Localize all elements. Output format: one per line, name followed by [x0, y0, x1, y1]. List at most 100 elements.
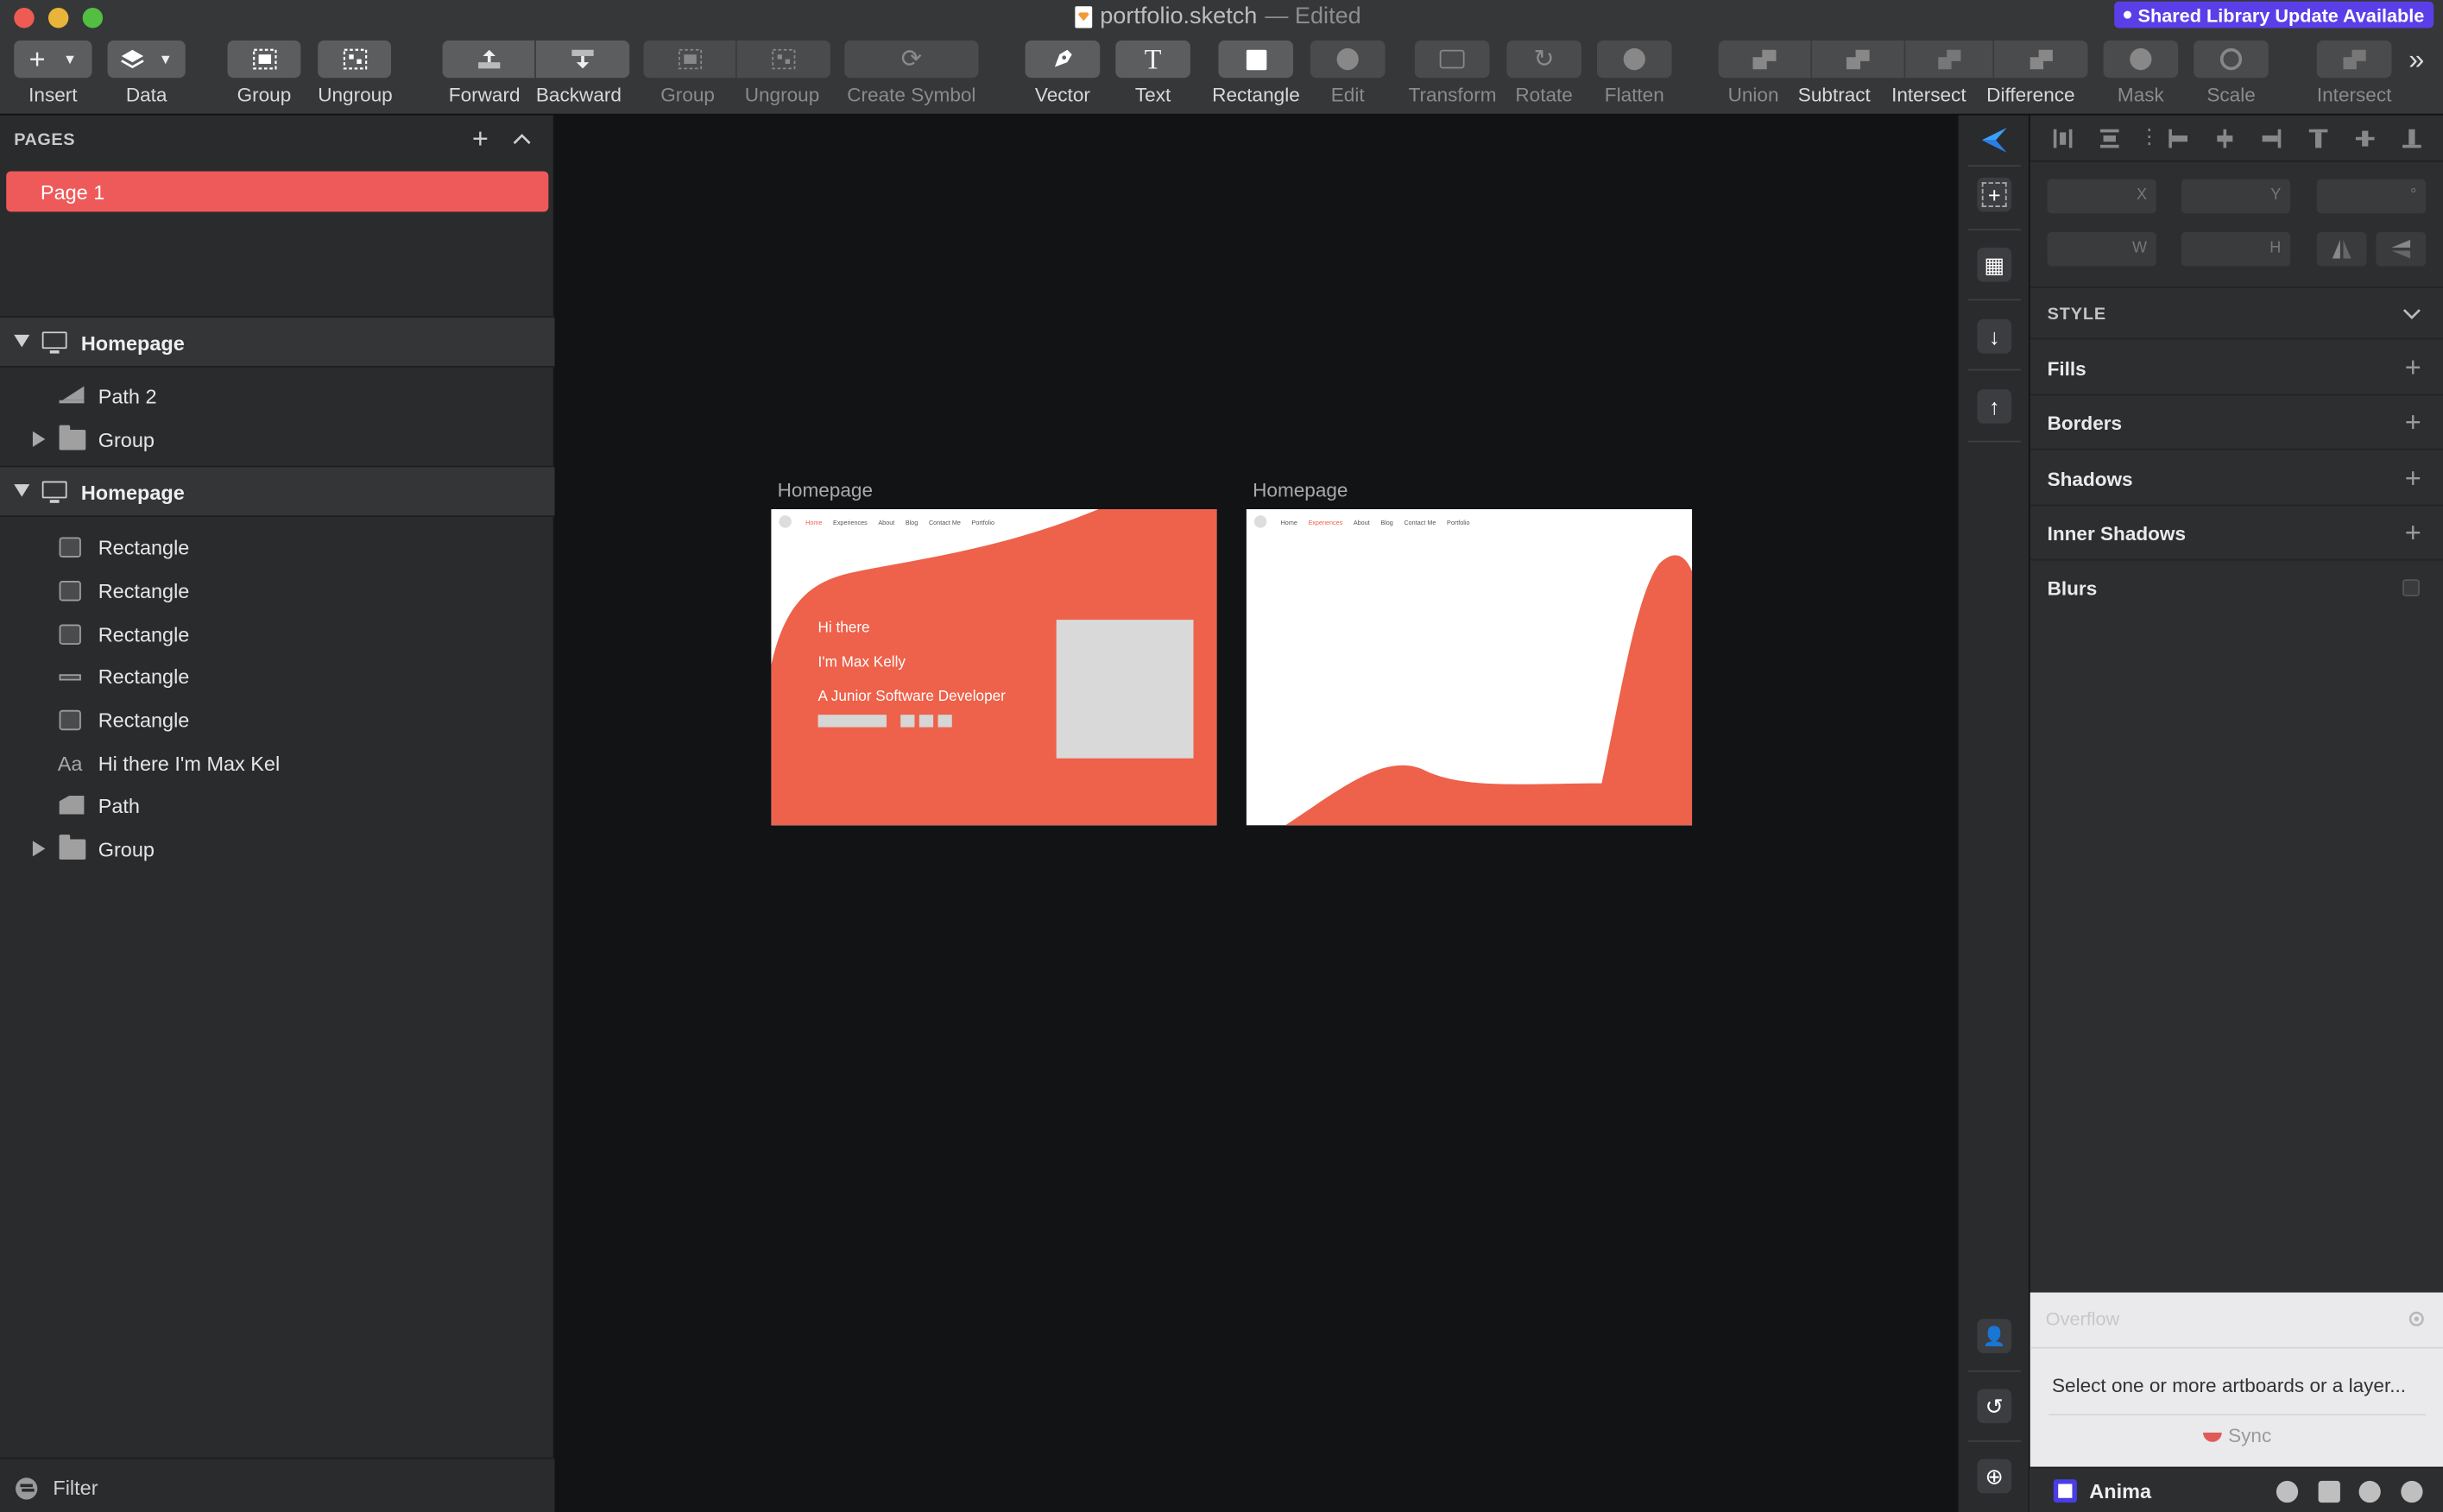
- ungroup-dim-button[interactable]: [736, 40, 830, 79]
- ungroup-tool[interactable]: Ungroup: [318, 40, 393, 106]
- artboard-row-homepage[interactable]: Homepage: [0, 465, 555, 518]
- forward-button[interactable]: [442, 40, 536, 79]
- layout-icon[interactable]: [2318, 1480, 2340, 1503]
- components-button[interactable]: ▦: [1977, 247, 2012, 282]
- flatten-button[interactable]: [1596, 40, 1672, 79]
- chevron-up-icon[interactable]: [513, 129, 532, 148]
- inner-shadows-section[interactable]: Inner Shadows +: [2030, 506, 2443, 561]
- filter-bar[interactable]: Filter: [0, 1457, 555, 1512]
- flatten-tool[interactable]: Flatten: [1596, 40, 1672, 106]
- vector-tool[interactable]: Vector: [1025, 40, 1101, 106]
- zoom-window-button[interactable]: [82, 8, 104, 28]
- disclosure-triangle-icon[interactable]: [14, 334, 30, 348]
- width-field[interactable]: W: [2047, 231, 2156, 267]
- layer-row[interactable]: Path 2: [0, 375, 555, 418]
- create-symbol-button[interactable]: ⟳: [844, 40, 979, 79]
- vector-button[interactable]: [1025, 40, 1101, 79]
- rectangle-button[interactable]: [1218, 40, 1294, 79]
- flip-vertical-button[interactable]: [2376, 231, 2427, 267]
- layer-row[interactable]: Aa Hi there I'm Max Kel: [0, 743, 555, 785]
- group-tool[interactable]: Group: [227, 40, 301, 106]
- disclosure-triangle-icon[interactable]: [32, 841, 46, 857]
- history-button[interactable]: ↺: [1977, 1389, 2012, 1424]
- add-plugin-button[interactable]: +: [1977, 177, 2012, 212]
- layer-row[interactable]: Rectangle: [0, 614, 555, 656]
- artboard-homepage-1[interactable]: Home Experiences About Blog Contact Me P…: [771, 509, 1217, 826]
- edit-tool[interactable]: Edit: [1310, 40, 1386, 106]
- scale-button[interactable]: [2194, 40, 2269, 79]
- filter-icon[interactable]: [16, 1477, 38, 1500]
- subtract-button[interactable]: [1812, 40, 1906, 79]
- plugin-logo-icon[interactable]: [1977, 124, 2011, 155]
- data-button[interactable]: ▼: [107, 40, 186, 79]
- add-inner-shadow-icon[interactable]: +: [2405, 517, 2421, 550]
- gear-icon[interactable]: [2358, 1480, 2381, 1503]
- layer-row[interactable]: Rectangle: [0, 699, 555, 741]
- add-fill-icon[interactable]: +: [2405, 352, 2421, 385]
- web-preview-button[interactable]: ⊕: [1977, 1458, 2012, 1494]
- canvas[interactable]: Homepage Home Experiences About Blog Con…: [556, 115, 1957, 1512]
- create-symbol-tool[interactable]: ⟳ Create Symbol: [844, 40, 979, 106]
- disable-icon[interactable]: [2401, 1480, 2423, 1503]
- backward-button[interactable]: [535, 40, 630, 79]
- insert-button[interactable]: + ▼: [14, 40, 92, 79]
- rotate-tool[interactable]: ↻ Rotate: [1506, 40, 1581, 106]
- artboard-title[interactable]: Homepage: [1253, 480, 1348, 501]
- minimize-window-button[interactable]: [47, 8, 69, 28]
- group-dim-button[interactable]: [643, 40, 737, 79]
- sync-button[interactable]: Sync: [2048, 1414, 2427, 1451]
- text-button[interactable]: T: [1115, 40, 1190, 79]
- invite-user-button[interactable]: 👤: [1977, 1319, 2012, 1353]
- borders-section[interactable]: Borders +: [2030, 395, 2443, 450]
- disclosure-triangle-icon[interactable]: [32, 431, 46, 447]
- group-button[interactable]: [227, 40, 301, 79]
- style-section-header[interactable]: STYLE: [2030, 286, 2443, 340]
- layer-row[interactable]: Group: [0, 419, 555, 461]
- rotation-field[interactable]: °: [2316, 179, 2427, 214]
- distribute-vertical-icon[interactable]: [2099, 128, 2120, 149]
- intersect-extra-tool[interactable]: Intersect: [2316, 40, 2392, 106]
- transform-button[interactable]: [1415, 40, 1490, 79]
- chevron-down-icon[interactable]: [2402, 306, 2421, 322]
- text-tool[interactable]: T Text: [1115, 40, 1190, 106]
- add-shadow-icon[interactable]: +: [2405, 463, 2421, 495]
- upload-button[interactable]: ↑: [1977, 389, 2012, 424]
- more-options-icon[interactable]: ⋮: [2139, 124, 2159, 149]
- align-middle-icon[interactable]: [2354, 128, 2376, 149]
- disclosure-triangle-icon[interactable]: [14, 484, 30, 497]
- shadows-section[interactable]: Shadows +: [2030, 451, 2443, 507]
- blurs-section[interactable]: Blurs: [2030, 561, 2443, 615]
- mask-button[interactable]: [2103, 40, 2179, 79]
- layer-row[interactable]: Group: [0, 828, 555, 871]
- layer-row[interactable]: Rectangle: [0, 526, 555, 569]
- align-bottom-icon[interactable]: [2401, 128, 2422, 149]
- page-item-page-1[interactable]: Page 1: [6, 171, 549, 212]
- align-top-icon[interactable]: [2307, 128, 2329, 149]
- rectangle-tool[interactable]: Rectangle: [1212, 40, 1300, 106]
- shared-library-badge[interactable]: Shared Library Update Available: [2114, 1, 2434, 28]
- add-page-button[interactable]: +: [472, 124, 489, 152]
- download-button[interactable]: ↓: [1977, 318, 2012, 354]
- align-right-icon[interactable]: [2261, 128, 2282, 149]
- blur-checkbox[interactable]: [2402, 579, 2420, 597]
- fills-section[interactable]: Fills +: [2030, 341, 2443, 396]
- settings-gear-icon[interactable]: [2406, 1308, 2427, 1330]
- artboard-homepage-2[interactable]: Home Experiences About Blog Contact Me P…: [1246, 509, 1693, 826]
- record-icon[interactable]: [2276, 1480, 2299, 1503]
- layer-row[interactable]: Path: [0, 784, 555, 827]
- flip-horizontal-button[interactable]: [2316, 231, 2367, 267]
- rotate-button[interactable]: ↻: [1506, 40, 1581, 79]
- artboard-row-homepage[interactable]: Homepage: [0, 316, 555, 368]
- difference-button[interactable]: [1994, 40, 2088, 79]
- data-tool[interactable]: ▼ Data: [107, 40, 186, 106]
- height-field[interactable]: H: [2181, 231, 2291, 267]
- intersect-extra-button[interactable]: [2316, 40, 2392, 79]
- mask-tool[interactable]: Mask: [2103, 40, 2179, 106]
- insert-tool[interactable]: + ▼ Insert: [14, 40, 92, 106]
- union-button[interactable]: [1718, 40, 1813, 79]
- artboard-title[interactable]: Homepage: [778, 480, 873, 501]
- layer-row[interactable]: Rectangle: [0, 656, 555, 698]
- distribute-horizontal-icon[interactable]: [2052, 128, 2074, 149]
- close-window-button[interactable]: [14, 8, 35, 28]
- align-left-icon[interactable]: [2168, 128, 2189, 149]
